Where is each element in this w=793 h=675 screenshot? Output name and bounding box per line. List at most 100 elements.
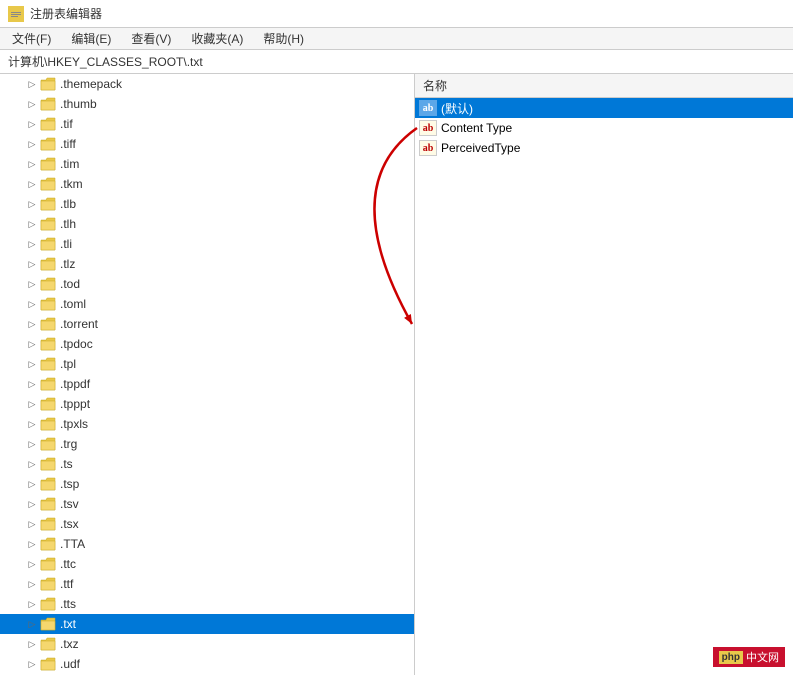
tree-item[interactable]: ▷ .tkm: [0, 174, 414, 194]
tree-item[interactable]: ▷ .txz: [0, 634, 414, 654]
folder-icon: [40, 497, 56, 511]
folder-icon: [40, 397, 56, 411]
expand-arrow-icon: ▷: [24, 416, 40, 432]
folder-icon: [40, 177, 56, 191]
tree-item[interactable]: ▷ .tsv: [0, 494, 414, 514]
tree-item[interactable]: ▷ .trg: [0, 434, 414, 454]
tree-item[interactable]: ▷ .tod: [0, 274, 414, 294]
watermark: php 中文网: [713, 647, 785, 667]
tree-item[interactable]: ▷ .tsx: [0, 514, 414, 534]
tree-item-label: .tpl: [60, 357, 76, 371]
title-icon: [8, 6, 24, 22]
tree-item[interactable]: ▷ .torrent: [0, 314, 414, 334]
tree-panel: ▷ .themepack▷ .thumb▷ .tif▷ .tiff▷ .tim▷…: [0, 74, 415, 675]
tree-item-label: .tsv: [60, 497, 79, 511]
right-panel: 名称 ab(默认)abContent TypeabPerceivedType: [415, 74, 793, 675]
folder-icon: [40, 437, 56, 451]
expand-arrow-icon: ▷: [24, 516, 40, 532]
tree-item[interactable]: ▷ .ttc: [0, 554, 414, 574]
tree-item[interactable]: ▷ .themepack: [0, 74, 414, 94]
folder-icon: [40, 617, 56, 631]
folder-icon: [40, 657, 56, 671]
tree-item[interactable]: ▷ .TTA: [0, 534, 414, 554]
folder-icon: [40, 217, 56, 231]
menu-favorites[interactable]: 收藏夹(A): [183, 28, 251, 49]
reg-type-icon: ab: [419, 140, 437, 156]
folder-icon: [40, 117, 56, 131]
folder-icon: [40, 457, 56, 471]
expand-arrow-icon: ▷: [24, 176, 40, 192]
folder-icon: [40, 597, 56, 611]
expand-arrow-icon: ▷: [24, 616, 40, 632]
tree-item-label: .tkm: [60, 177, 83, 191]
tree-item[interactable]: ▷ .tif: [0, 114, 414, 134]
expand-arrow-icon: ▷: [24, 496, 40, 512]
tree-item-label: .txz: [60, 637, 79, 651]
tree-item-label: .torrent: [60, 317, 98, 331]
tree-item[interactable]: ▷ .tsp: [0, 474, 414, 494]
menu-edit[interactable]: 编辑(E): [63, 28, 119, 49]
tree-item-label: .udf: [60, 657, 80, 671]
expand-arrow-icon: ▷: [24, 476, 40, 492]
tree-item[interactable]: ▷ .ttf: [0, 574, 414, 594]
tree-item[interactable]: ▷ .udf: [0, 654, 414, 674]
column-header-row: 名称: [415, 74, 793, 98]
menu-file[interactable]: 文件(F): [4, 28, 59, 49]
reg-entry-name: Content Type: [441, 121, 512, 135]
tree-item[interactable]: ▷ .tiff: [0, 134, 414, 154]
tree-item-label: .tppdf: [60, 377, 90, 391]
tree-item-label: .toml: [60, 297, 86, 311]
tree-item-label: .thumb: [60, 97, 97, 111]
tree-item-label: .tpppt: [60, 397, 90, 411]
tree-item-label: .tim: [60, 157, 79, 171]
tree-item[interactable]: ▷ .tpxls: [0, 414, 414, 434]
tree-item[interactable]: ▷ .tlz: [0, 254, 414, 274]
tree-item-label: .tiff: [60, 137, 76, 151]
tree-item[interactable]: ▷ .tppdf: [0, 374, 414, 394]
expand-arrow-icon: ▷: [24, 636, 40, 652]
tree-item-label: .tlz: [60, 257, 75, 271]
menu-help[interactable]: 帮助(H): [255, 28, 312, 49]
watermark-site: 中文网: [746, 649, 779, 665]
reg-entry-name: PerceivedType: [441, 141, 520, 155]
folder-icon: [40, 257, 56, 271]
menu-bar: 文件(F) 编辑(E) 查看(V) 收藏夹(A) 帮助(H): [0, 28, 793, 50]
tree-item-label: .themepack: [60, 77, 122, 91]
tree-item-label: .tsp: [60, 477, 79, 491]
tree-item-label: .tli: [60, 237, 72, 251]
tree-item[interactable]: ▷ .tim: [0, 154, 414, 174]
tree-item[interactable]: ▷ .tli: [0, 234, 414, 254]
column-name-header: 名称: [419, 77, 599, 94]
folder-icon: [40, 637, 56, 651]
tree-item[interactable]: ▷ .tpl: [0, 354, 414, 374]
tree-item[interactable]: ▷ .tlh: [0, 214, 414, 234]
tree-item-label: .ttf: [60, 577, 73, 591]
tree-item-label: .txt: [60, 617, 76, 631]
reg-type-icon: ab: [419, 100, 437, 116]
title-text: 注册表编辑器: [30, 5, 102, 22]
tree-item[interactable]: ▷ .txt: [0, 614, 414, 634]
tree-item[interactable]: ▷ .tpppt: [0, 394, 414, 414]
reg-entry[interactable]: ab PerceivedType: [415, 138, 793, 158]
tree-item-label: .tlh: [60, 217, 76, 231]
tree-item[interactable]: ▷ .tpdoc: [0, 334, 414, 354]
expand-arrow-icon: ▷: [24, 76, 40, 92]
reg-type-icon: ab: [419, 120, 437, 136]
reg-entry[interactable]: ab(默认): [415, 98, 793, 118]
tree-item-label: .tif: [60, 117, 73, 131]
folder-icon: [40, 197, 56, 211]
folder-icon: [40, 97, 56, 111]
tree-item[interactable]: ▷ .toml: [0, 294, 414, 314]
tree-item[interactable]: ▷ .tlb: [0, 194, 414, 214]
expand-arrow-icon: ▷: [24, 396, 40, 412]
tree-item[interactable]: ▷ .tts: [0, 594, 414, 614]
reg-entry[interactable]: ab Content Type: [415, 118, 793, 138]
expand-arrow-icon: ▷: [24, 456, 40, 472]
folder-icon: [40, 477, 56, 491]
tree-item[interactable]: ▷ .thumb: [0, 94, 414, 114]
expand-arrow-icon: ▷: [24, 536, 40, 552]
folder-icon: [40, 337, 56, 351]
expand-arrow-icon: ▷: [24, 256, 40, 272]
tree-item[interactable]: ▷ .ts: [0, 454, 414, 474]
menu-view[interactable]: 查看(V): [123, 28, 179, 49]
